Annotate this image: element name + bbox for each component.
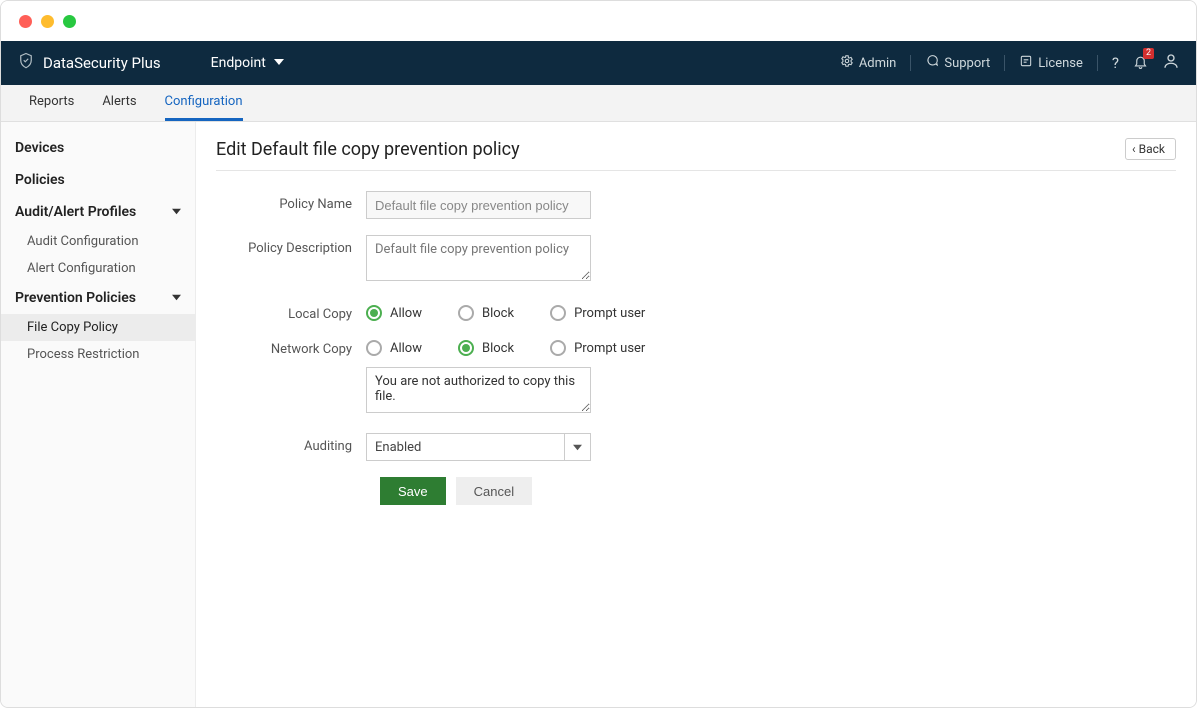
sidebar-item-audit-config[interactable]: Audit Configuration xyxy=(1,228,195,255)
notifications-button[interactable]: 2 xyxy=(1133,54,1148,73)
page-header: Edit Default file copy prevention policy… xyxy=(216,138,1176,171)
label-local-copy: Local Copy xyxy=(226,301,366,322)
notification-badge: 2 xyxy=(1143,48,1154,59)
separator xyxy=(910,55,911,71)
radio-label: Prompt user xyxy=(574,341,645,356)
policy-name-input[interactable] xyxy=(366,191,591,219)
admin-link[interactable]: Admin xyxy=(840,54,897,72)
sidebar-item-policies[interactable]: Policies xyxy=(1,164,195,196)
label-network-copy: Network Copy xyxy=(226,336,366,357)
separator xyxy=(1004,55,1005,71)
window-maximize-dot[interactable] xyxy=(63,15,76,28)
radio-label: Allow xyxy=(390,306,422,321)
form-buttons: Save Cancel xyxy=(380,477,1176,505)
sidebar-item-alert-config[interactable]: Alert Configuration xyxy=(1,255,195,282)
help-icon: ? xyxy=(1112,54,1119,72)
help-link[interactable]: ? xyxy=(1112,54,1119,72)
radio-local-prompt[interactable]: Prompt user xyxy=(550,305,645,321)
sidebar: Devices Policies Audit/Alert Profiles Au… xyxy=(1,122,196,707)
license-icon xyxy=(1019,54,1033,72)
policy-description-textarea[interactable]: Default file copy prevention policy xyxy=(366,235,591,281)
separator xyxy=(1097,55,1098,71)
radio-network-prompt[interactable]: Prompt user xyxy=(550,340,645,356)
sidebar-item-file-copy-policy[interactable]: File Copy Policy xyxy=(1,314,195,341)
radio-circle-icon xyxy=(366,305,382,321)
page-title: Edit Default file copy prevention policy xyxy=(216,139,520,160)
radio-circle-icon xyxy=(458,305,474,321)
chevron-down-icon xyxy=(564,434,590,460)
sidebar-item-devices[interactable]: Devices xyxy=(1,132,195,164)
chat-icon xyxy=(925,54,939,72)
chevron-down-icon xyxy=(274,55,284,71)
license-link[interactable]: License xyxy=(1019,54,1083,72)
brand-label: DataSecurity Plus xyxy=(43,54,161,72)
chevron-down-icon xyxy=(172,290,181,306)
radio-local-allow[interactable]: Allow xyxy=(366,305,422,321)
row-local-copy: Local Copy Allow Block Prompt user xyxy=(226,301,1176,322)
support-label: Support xyxy=(944,56,990,71)
radio-label: Prompt user xyxy=(574,306,645,321)
radio-circle-icon xyxy=(550,305,566,321)
admin-label: Admin xyxy=(859,56,897,71)
body: Devices Policies Audit/Alert Profiles Au… xyxy=(1,122,1196,707)
radio-label: Block xyxy=(482,306,514,321)
row-network-copy: Network Copy Allow Block Prompt user xyxy=(226,336,1176,357)
radio-circle-icon xyxy=(550,340,566,356)
support-link[interactable]: Support xyxy=(925,54,990,72)
radio-network-allow[interactable]: Allow xyxy=(366,340,422,356)
shield-icon xyxy=(17,52,35,74)
row-policy-description: Policy Description Default file copy pre… xyxy=(226,235,1176,285)
tab-reports[interactable]: Reports xyxy=(29,85,74,121)
main-content: Edit Default file copy prevention policy… xyxy=(196,122,1196,707)
module-label: Endpoint xyxy=(211,55,266,71)
label-policy-name: Policy Name xyxy=(226,191,366,212)
block-message-textarea[interactable]: You are not authorized to copy this file… xyxy=(366,367,591,413)
radio-circle-icon xyxy=(366,340,382,356)
auditing-value: Enabled xyxy=(367,440,564,455)
sidebar-item-process-restriction[interactable]: Process Restriction xyxy=(1,341,195,368)
sidebar-prevention-policies-label: Prevention Policies xyxy=(15,290,136,306)
chevron-down-icon xyxy=(172,204,181,220)
gear-icon xyxy=(840,54,854,72)
app-window: DataSecurity Plus Endpoint Admin Support xyxy=(0,0,1197,708)
back-button[interactable]: ‹ Back xyxy=(1125,138,1176,160)
tab-configuration[interactable]: Configuration xyxy=(165,85,243,121)
label-block-message xyxy=(226,367,366,373)
policy-form: Policy Name Policy Description Default f… xyxy=(216,191,1176,505)
window-close-dot[interactable] xyxy=(19,15,32,28)
tabbar: Reports Alerts Configuration xyxy=(1,85,1196,122)
user-icon xyxy=(1162,52,1180,74)
user-avatar[interactable] xyxy=(1162,52,1180,74)
radio-local-block[interactable]: Block xyxy=(458,305,514,321)
auditing-select[interactable]: Enabled xyxy=(366,433,591,461)
topbar-right: Admin Support License ? xyxy=(840,52,1180,74)
sidebar-item-prevention-policies[interactable]: Prevention Policies xyxy=(1,282,195,314)
row-auditing: Auditing Enabled xyxy=(226,433,1176,461)
tab-alerts[interactable]: Alerts xyxy=(102,85,136,121)
cancel-button[interactable]: Cancel xyxy=(456,477,532,505)
window-minimize-dot[interactable] xyxy=(41,15,54,28)
row-block-message: You are not authorized to copy this file… xyxy=(226,367,1176,417)
window-titlebar xyxy=(1,1,1196,41)
sidebar-item-audit-profiles[interactable]: Audit/Alert Profiles xyxy=(1,196,195,228)
module-dropdown[interactable]: Endpoint xyxy=(211,55,284,71)
save-button[interactable]: Save xyxy=(380,477,446,505)
sidebar-audit-profiles-label: Audit/Alert Profiles xyxy=(15,204,136,220)
back-label: Back xyxy=(1139,142,1165,156)
label-auditing: Auditing xyxy=(226,433,366,454)
chevron-left-icon: ‹ xyxy=(1132,142,1136,156)
radio-label: Allow xyxy=(390,341,422,356)
topbar: DataSecurity Plus Endpoint Admin Support xyxy=(1,41,1196,85)
radio-network-block[interactable]: Block xyxy=(458,340,514,356)
label-policy-description: Policy Description xyxy=(226,235,366,256)
radio-label: Block xyxy=(482,341,514,356)
row-policy-name: Policy Name xyxy=(226,191,1176,219)
brand[interactable]: DataSecurity Plus xyxy=(17,52,161,74)
radio-circle-icon xyxy=(458,340,474,356)
license-label: License xyxy=(1038,56,1083,71)
